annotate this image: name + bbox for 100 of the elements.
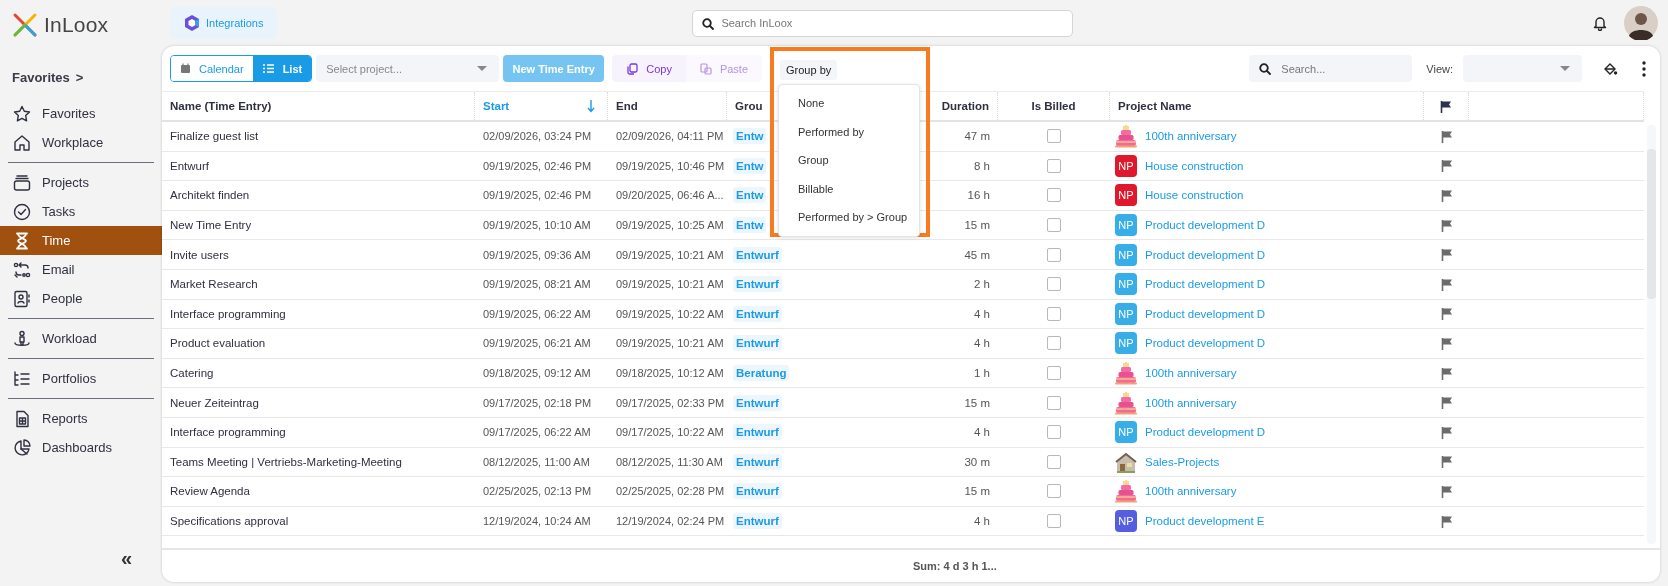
checkbox[interactable] bbox=[1047, 247, 1061, 262]
flag-icon[interactable] bbox=[1440, 129, 1453, 143]
checkbox[interactable] bbox=[1047, 395, 1061, 410]
menu-item[interactable]: Performed by bbox=[779, 117, 919, 146]
table-cell-text: 09/17/2025, 06:22 AM bbox=[482, 426, 592, 439]
favorites-heading[interactable]: Favorites bbox=[12, 69, 70, 85]
table-cell-text: 8 h bbox=[973, 159, 991, 172]
table-cell-text: 15 m bbox=[963, 396, 991, 409]
sidebar-item[interactable]: Email bbox=[0, 255, 162, 284]
sidebar-item[interactable]: Workload bbox=[0, 324, 162, 353]
flag-icon[interactable] bbox=[1440, 396, 1453, 410]
table-cell-text: 15 m bbox=[963, 485, 991, 498]
flag-icon[interactable] bbox=[1440, 248, 1453, 262]
flag-icon[interactable] bbox=[1440, 99, 1452, 113]
table-cell-text: Catering bbox=[169, 367, 215, 380]
sidebar-item[interactable]: Dashboards bbox=[0, 433, 162, 462]
flag-icon[interactable] bbox=[1440, 425, 1453, 439]
checkbox[interactable] bbox=[1047, 158, 1061, 173]
person-pin-icon bbox=[12, 328, 32, 349]
sidebar-item[interactable]: People bbox=[0, 284, 162, 313]
table-cell-text: 09/19/2025, 10:22 AM bbox=[615, 307, 725, 320]
menu-item[interactable]: Group bbox=[779, 146, 919, 175]
table-cell-text: 12/19/2024, 02:24 PM bbox=[615, 515, 726, 527]
more-icon[interactable] bbox=[1642, 60, 1646, 77]
star-icon bbox=[12, 103, 32, 124]
scrollbar[interactable] bbox=[1647, 125, 1656, 544]
project-badge: NP bbox=[1115, 332, 1137, 355]
menu-item[interactable]: Billable bbox=[779, 174, 919, 203]
table-cell-text: 09/19/2025, 06:22 AM bbox=[482, 307, 592, 320]
table-cell-text: 09/17/2025, 10:22 AM bbox=[615, 426, 725, 439]
flag-icon[interactable] bbox=[1440, 307, 1453, 321]
flag-icon[interactable] bbox=[1440, 455, 1453, 469]
table-cell-text: 09/19/2025, 10:46 PM bbox=[615, 159, 726, 172]
avatar-icon[interactable] bbox=[1624, 6, 1658, 40]
project-badge: NP bbox=[1115, 273, 1137, 296]
table-cell-text: 02/09/2026, 03:24 PM bbox=[482, 130, 593, 143]
project-badge: NP bbox=[1115, 154, 1137, 177]
sidebar-item[interactable]: Favorites bbox=[0, 99, 162, 128]
table-cell-text: 02/09/2026, 04:11 PM bbox=[615, 130, 725, 143]
group-by-button[interactable]: Group by bbox=[780, 60, 838, 80]
checkbox[interactable] bbox=[1047, 336, 1061, 351]
table-cell-text: 09/19/2025, 10:25 AM bbox=[615, 219, 725, 232]
checkbox[interactable] bbox=[1047, 218, 1061, 233]
flag-icon[interactable] bbox=[1440, 366, 1453, 380]
flag-icon[interactable] bbox=[1440, 159, 1453, 173]
column-header[interactable]: Grou bbox=[735, 100, 763, 112]
column-header[interactable]: Project Name bbox=[1118, 100, 1192, 112]
collapse-icon[interactable]: « bbox=[120, 548, 132, 568]
cake-icon bbox=[1115, 361, 1137, 386]
group-tag: Entwurf bbox=[733, 335, 782, 352]
column-header[interactable]: End bbox=[616, 100, 638, 112]
copy-button[interactable]: Copy bbox=[612, 55, 686, 82]
menu-item[interactable]: None bbox=[779, 89, 919, 118]
sidebar-item[interactable]: Time bbox=[0, 226, 162, 255]
sidebar-item[interactable]: Workplace bbox=[0, 128, 162, 157]
search-field[interactable]: Search... bbox=[1249, 55, 1413, 82]
sidebar-item[interactable]: Tasks bbox=[0, 197, 162, 226]
search-field[interactable]: Search InLoox bbox=[692, 9, 1074, 37]
menu-item[interactable]: Performed by > Group bbox=[779, 203, 919, 232]
bell-icon[interactable] bbox=[1592, 15, 1608, 31]
sidebar-item[interactable]: Projects bbox=[0, 168, 162, 197]
group-tag: Entw bbox=[733, 187, 767, 204]
checkbox[interactable] bbox=[1047, 454, 1061, 469]
table-cell-text: 16 h bbox=[966, 189, 991, 202]
sort-arrow-icon[interactable] bbox=[587, 99, 595, 113]
table-cell-text: 45 m bbox=[963, 248, 991, 261]
pie-chart-icon bbox=[12, 437, 32, 458]
paste-icon bbox=[699, 62, 712, 75]
table-cell-text: 09/19/2025, 02:46 PM bbox=[482, 189, 593, 202]
checkbox[interactable] bbox=[1047, 188, 1061, 203]
sidebar-item[interactable]: Portfolios bbox=[0, 364, 162, 393]
column-header[interactable]: Name (Time Entry) bbox=[170, 100, 272, 112]
checkbox[interactable] bbox=[1047, 514, 1061, 528]
checkbox[interactable] bbox=[1047, 484, 1061, 499]
flag-icon[interactable] bbox=[1440, 189, 1453, 202]
table-cell-text: 09/19/2025, 08:21 AM bbox=[482, 278, 592, 291]
table-cell-text: 09/19/2025, 10:10 AM bbox=[482, 219, 592, 232]
flag-icon[interactable] bbox=[1440, 218, 1453, 232]
project-badge: NP bbox=[1115, 510, 1137, 532]
checkbox[interactable] bbox=[1047, 129, 1061, 144]
table-cell-text: 4 h bbox=[973, 515, 991, 527]
table-cell-text: 09/19/2025, 10:21 AM bbox=[615, 278, 725, 291]
table-cell-text: 02/25/2025, 02:13 PM bbox=[482, 485, 593, 498]
flag-icon[interactable] bbox=[1440, 484, 1453, 498]
checkbox[interactable] bbox=[1047, 425, 1061, 440]
checkbox[interactable] bbox=[1047, 366, 1061, 381]
table-cell-text: 09/17/2025, 02:33 PM bbox=[615, 396, 726, 409]
column-header[interactable]: Duration bbox=[941, 100, 989, 112]
chevron-icon[interactable]: > bbox=[75, 69, 84, 85]
sidebar-item[interactable]: Reports bbox=[0, 404, 162, 433]
table-cell-text: Market Research bbox=[169, 278, 259, 291]
flag-icon[interactable] bbox=[1440, 514, 1453, 528]
search-icon bbox=[1259, 63, 1272, 75]
column-header[interactable]: Is Billed bbox=[1031, 100, 1076, 112]
table-cell-text: Interface programming bbox=[169, 307, 287, 320]
checkbox[interactable] bbox=[1047, 306, 1061, 321]
flag-icon[interactable] bbox=[1440, 277, 1453, 291]
flag-icon[interactable] bbox=[1440, 336, 1453, 350]
checkbox[interactable] bbox=[1047, 277, 1061, 292]
group-tag: Entwurf bbox=[733, 483, 782, 500]
